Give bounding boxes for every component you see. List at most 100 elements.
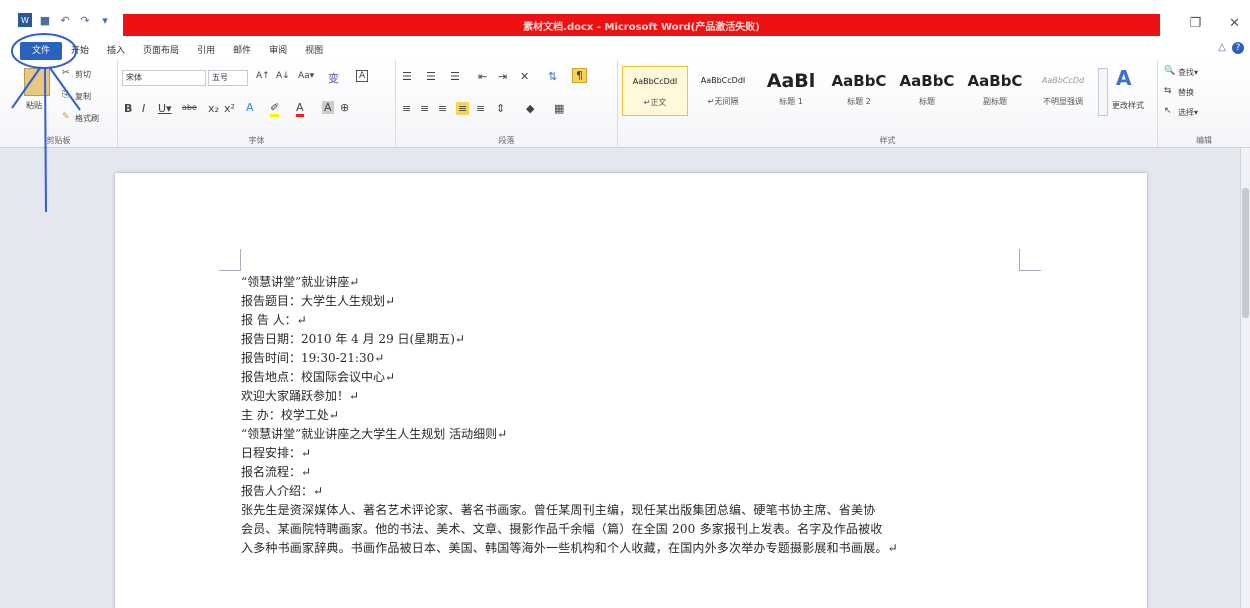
chinese-layout-icon[interactable]: ✕: [520, 70, 529, 83]
strikethrough-button[interactable]: abe: [182, 103, 197, 112]
replace-icon[interactable]: ⇆: [1164, 86, 1172, 96]
align-left-icon[interactable]: ≡: [402, 102, 411, 115]
close-button[interactable]: ✕: [1229, 16, 1240, 31]
increase-indent-icon[interactable]: ⇥: [498, 70, 507, 83]
tab-references[interactable]: 引用: [188, 42, 224, 60]
style-normal[interactable]: AaBbCcDdI ↵正文: [622, 66, 688, 116]
grow-font-icon[interactable]: A↑: [256, 71, 270, 81]
align-center-icon[interactable]: ≡: [420, 102, 429, 115]
redo-icon[interactable]: ↷: [78, 13, 92, 27]
bullets-icon[interactable]: ☰: [402, 70, 412, 83]
subscript-button[interactable]: x₂: [208, 102, 219, 115]
style-heading2[interactable]: AaBbC 标题 2: [826, 66, 892, 116]
font-group: 宋体 五号 A↑ A↓ Aa▾ 变 A B I U▾ abe x₂ x² A ✐…: [118, 60, 396, 148]
tab-insert[interactable]: 插入: [98, 42, 134, 60]
customize-qat-icon[interactable]: ▾: [98, 13, 112, 27]
tab-view[interactable]: 视图: [296, 42, 332, 60]
distributed-icon[interactable]: ≡: [476, 102, 485, 115]
style-normal-sample: AaBbCcDdI: [632, 77, 678, 86]
word-app-icon[interactable]: W: [18, 13, 32, 27]
highlight-color-icon[interactable]: ✐: [270, 101, 280, 117]
tab-page-layout[interactable]: 页面布局: [134, 42, 188, 60]
undo-icon[interactable]: ↶: [58, 13, 72, 27]
underline-button[interactable]: U▾: [158, 102, 172, 115]
char-shading-icon[interactable]: A: [322, 101, 334, 114]
font-family-select[interactable]: 宋体: [122, 70, 206, 86]
char-border-icon[interactable]: A: [356, 70, 369, 82]
style-no-spacing-sample: AaBbCcDdI: [700, 76, 746, 85]
style-title[interactable]: AaBbC 标题: [894, 66, 960, 116]
cut-icon[interactable]: ✂: [62, 68, 70, 78]
crop-mark-top-right: [1019, 249, 1041, 271]
paste-button[interactable]: [24, 68, 50, 96]
help-icon[interactable]: ?: [1232, 42, 1244, 54]
find-button[interactable]: 查找▾: [1178, 67, 1198, 78]
format-painter-icon[interactable]: ✎: [62, 112, 70, 122]
styles-gallery-scroll[interactable]: [1098, 68, 1108, 116]
save-icon[interactable]: ■: [38, 13, 52, 27]
style-heading1-sample: AaBl: [766, 70, 816, 92]
quick-access-toolbar: W ■ ↶ ↷ ▾: [18, 13, 112, 27]
select-icon[interactable]: ↖: [1164, 106, 1172, 116]
shading-icon[interactable]: ◆: [526, 102, 534, 115]
bold-button[interactable]: B: [124, 102, 132, 115]
show-marks-icon[interactable]: ¶: [572, 68, 587, 83]
style-heading1[interactable]: AaBl 标题 1: [758, 66, 824, 116]
change-styles-icon[interactable]: A: [1116, 66, 1131, 90]
document-body[interactable]: “领慧讲堂”就业讲座↵ 报告题目：大学生人生规划↵ 报 告 人：↵ 报告日期：2…: [241, 273, 1041, 558]
numbering-icon[interactable]: ☰: [426, 70, 436, 83]
font-size-select[interactable]: 五号: [208, 70, 248, 86]
change-case-icon[interactable]: Aa▾: [298, 71, 314, 81]
borders-icon[interactable]: ▦: [554, 102, 564, 115]
clipboard-group: 粘贴 ✂ 剪切 ⎘ 复制 ✎ 格式刷 剪贴板: [0, 60, 118, 148]
scrollbar-thumb[interactable]: [1242, 188, 1249, 318]
paragraph-group: ☰ ☰ ☰ ⇤ ⇥ ✕ ⇅ ¶ ≡ ≡ ≡ ≡ ≡ ⇕ ◆ ▦ 段落: [396, 60, 618, 148]
style-subtle-emphasis[interactable]: AaBbCcDd 不明显强调: [1030, 66, 1096, 116]
superscript-button[interactable]: x²: [224, 102, 235, 115]
decrease-indent-icon[interactable]: ⇤: [478, 70, 487, 83]
replace-button[interactable]: 替换: [1178, 87, 1194, 98]
enclose-char-icon[interactable]: ⊕: [340, 101, 349, 114]
tab-file[interactable]: 文件: [20, 42, 63, 60]
tab-home[interactable]: 开始: [62, 42, 98, 60]
styles-group: AaBbCcDdI ↵正文 AaBbCcDdI ↵无间隔 AaBl 标题 1 A…: [618, 60, 1158, 148]
style-subtitle[interactable]: AaBbC 副标题: [962, 66, 1028, 116]
copy-icon[interactable]: ⎘: [62, 90, 69, 100]
style-subtle-emphasis-sample: AaBbCcDd: [1041, 76, 1085, 85]
sort-icon[interactable]: ⇅: [548, 70, 557, 83]
find-icon[interactable]: 🔍: [1164, 66, 1175, 76]
vertical-scrollbar[interactable]: [1240, 148, 1250, 608]
shrink-font-icon[interactable]: A↓: [276, 71, 290, 81]
multilevel-list-icon[interactable]: ☰: [450, 70, 460, 83]
font-color-icon[interactable]: A: [296, 101, 304, 117]
format-painter-button[interactable]: 格式刷: [75, 113, 99, 124]
tab-review[interactable]: 审阅: [260, 42, 296, 60]
document-page[interactable]: “领慧讲堂”就业讲座↵ 报告题目：大学生人生规划↵ 报 告 人：↵ 报告日期：2…: [115, 173, 1147, 608]
change-styles-button[interactable]: 更改样式: [1112, 100, 1144, 111]
window-title: 素材文档.docx - Microsoft Word(产品激活失败): [123, 14, 1160, 36]
select-button[interactable]: 选择▾: [1178, 107, 1198, 118]
minimize-ribbon-icon[interactable]: △: [1218, 42, 1226, 54]
clipboard-group-label: 剪贴板: [46, 136, 71, 145]
restore-button[interactable]: ❐: [1189, 16, 1201, 31]
copy-button[interactable]: 复制: [75, 91, 91, 102]
align-right-icon[interactable]: ≡: [438, 102, 447, 115]
tab-mailings[interactable]: 邮件: [224, 42, 260, 60]
cut-button[interactable]: 剪切: [75, 69, 91, 80]
text-effects-icon[interactable]: A: [246, 101, 254, 114]
doc-line: 报 告 人：↵: [241, 313, 307, 327]
doc-line: 日程安排：↵: [241, 446, 312, 460]
style-title-name: 标题: [919, 97, 935, 106]
editing-group-label: 编辑: [1196, 136, 1212, 145]
document-area: “领慧讲堂”就业讲座↵ 报告题目：大学生人生规划↵ 报 告 人：↵ 报告日期：2…: [0, 148, 1250, 608]
style-no-spacing[interactable]: AaBbCcDdI ↵无间隔: [690, 66, 756, 116]
doc-line: 张先生是资深媒体人、著名艺术评论家、著名书画家。曾任某周刊主编，现任某出版集团总…: [241, 503, 876, 517]
italic-button[interactable]: I: [142, 102, 145, 115]
doc-line: 入多种书画家辞典。书画作品被日本、美国、韩国等海外一些机构和个人收藏，在国内外多…: [241, 541, 898, 555]
paragraph-group-label: 段落: [498, 136, 515, 145]
crop-mark-top-left: [219, 249, 241, 271]
line-spacing-icon[interactable]: ⇕: [496, 102, 505, 115]
justify-icon[interactable]: ≡: [456, 102, 470, 115]
style-title-sample: AaBbC: [899, 72, 955, 90]
phonetic-guide-icon[interactable]: 变: [328, 70, 339, 86]
